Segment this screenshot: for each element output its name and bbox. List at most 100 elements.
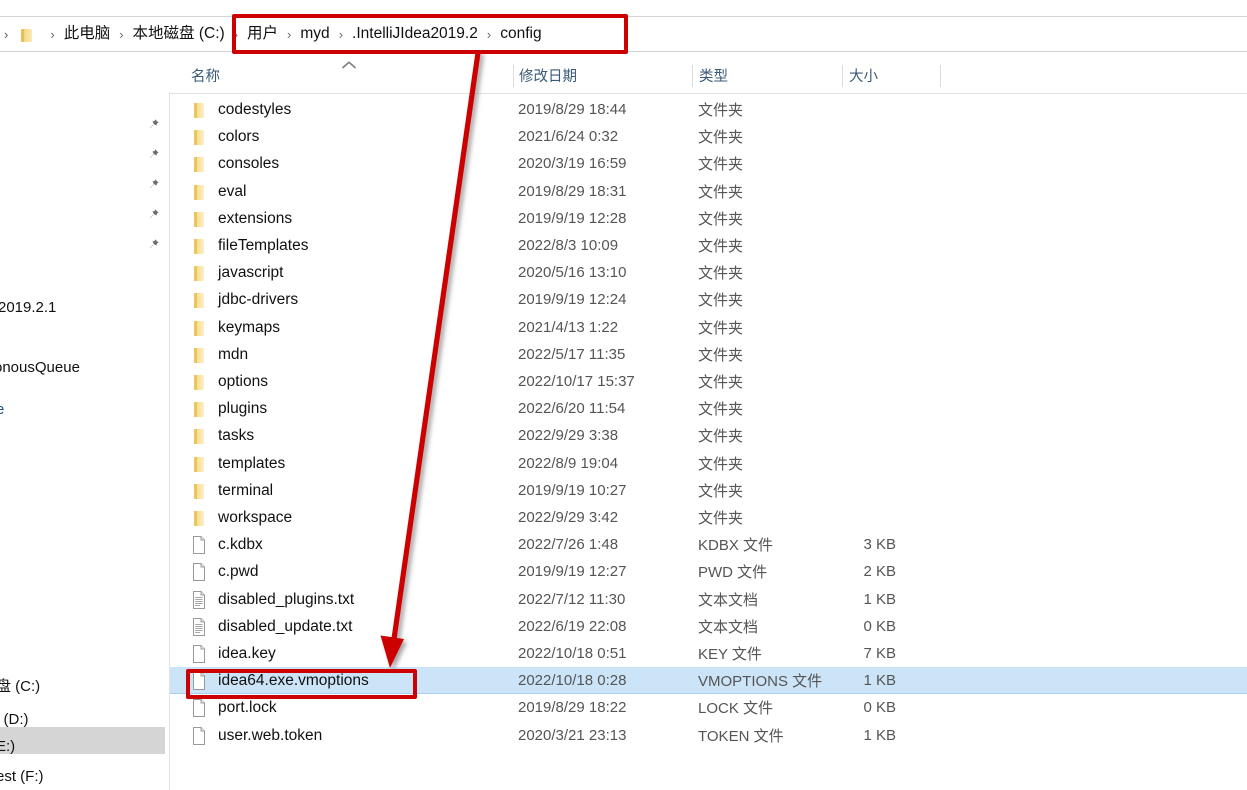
file-name-cell[interactable]: disabled_update.txt xyxy=(170,613,352,640)
file-name-cell[interactable]: plugins xyxy=(170,395,267,422)
file-name-cell[interactable]: options xyxy=(170,368,268,395)
file-list-row[interactable]: keymaps 2021/4/13 1:22 文件夹 xyxy=(170,314,1247,341)
file-size-cell xyxy=(800,123,896,150)
breadcrumb-item-1[interactable]: › 本地磁盘 (C:) xyxy=(110,26,224,42)
folder-icon xyxy=(190,236,208,256)
file-list-row[interactable]: jdbc-drivers 2019/9/19 12:24 文件夹 xyxy=(170,286,1247,313)
file-list-row[interactable]: mdn 2022/5/17 11:35 文件夹 xyxy=(170,341,1247,368)
breadcrumb-item-5[interactable]: › config xyxy=(478,26,542,42)
file-list-row[interactable]: codestyles 2019/8/29 18:44 文件夹 xyxy=(170,96,1247,123)
file-list-row[interactable]: options 2022/10/17 15:37 文件夹 xyxy=(170,368,1247,395)
file-name-cell[interactable]: idea.key xyxy=(170,640,276,667)
breadcrumb-overflow-chevron-icon[interactable]: › xyxy=(2,28,14,41)
file-name-cell[interactable]: user.web.token xyxy=(170,722,322,749)
column-divider[interactable] xyxy=(692,65,693,87)
file-list-row[interactable]: user.web.token 2020/3/21 23:13 TOKEN 文件 1 K… xyxy=(170,722,1247,749)
column-divider[interactable] xyxy=(842,65,843,87)
column-divider[interactable] xyxy=(513,65,514,87)
file-date-cell: 2022/8/9 19:04 xyxy=(518,455,619,472)
nav-clipped-label[interactable]: e xyxy=(0,402,4,417)
file-type-cell: 文件夹 xyxy=(698,184,744,201)
breadcrumb-item-3[interactable]: › myd xyxy=(278,26,330,42)
file-name-cell[interactable]: idea64.exe.vmoptions xyxy=(170,667,369,694)
nav-drive-item[interactable]: 盘 (C:) xyxy=(0,679,40,694)
pin-icon xyxy=(149,119,159,129)
file-name-cell[interactable]: colors xyxy=(170,123,259,150)
file-name-cell[interactable]: port.lock xyxy=(170,694,277,721)
file-size-cell: 3 KB xyxy=(863,536,896,553)
column-header-date-modified[interactable]: 修改日期 xyxy=(518,58,577,93)
file-name-cell[interactable]: workspace xyxy=(170,504,292,531)
file-list-row[interactable]: fileTemplates 2022/8/3 10:09 文件夹 xyxy=(170,232,1247,259)
pin-icon[interactable] xyxy=(146,178,162,194)
nav-drive-item[interactable]: E:) xyxy=(0,739,15,754)
nav-drive-item[interactable]: l (D:) xyxy=(0,712,29,727)
file-name-cell[interactable]: javascript xyxy=(170,259,283,286)
file-name-cell[interactable]: extensions xyxy=(170,205,292,232)
nav-drive-item[interactable]: est (F:) xyxy=(0,769,44,784)
file-name-cell[interactable]: tasks xyxy=(170,422,254,449)
file-name-cell[interactable]: c.kdbx xyxy=(170,531,263,558)
file-list-row[interactable]: port.lock 2019/8/29 18:22 LOCK 文件 0 KB xyxy=(170,694,1247,721)
pin-icon[interactable] xyxy=(146,148,162,164)
file-list-row[interactable]: javascript 2020/5/16 13:10 文件夹 xyxy=(170,259,1247,286)
file-name-cell[interactable]: codestyles xyxy=(170,96,291,123)
breadcrumb[interactable]: › › 此电脑 › 本地磁盘 (C:) › 用户 › myd › .Intell… xyxy=(0,17,542,51)
pin-icon[interactable] xyxy=(146,208,162,224)
file-name-cell[interactable]: eval xyxy=(170,178,246,205)
file-name-cell[interactable]: jdbc-drivers xyxy=(170,286,298,313)
nav-clipped-label[interactable]: 2019.2.1 xyxy=(0,300,56,315)
address-bar[interactable]: › › 此电脑 › 本地磁盘 (C:) › 用户 › myd › .Intell… xyxy=(0,16,1247,52)
breadcrumb-item-0[interactable]: › 此电脑 xyxy=(41,26,110,42)
pin-icon[interactable] xyxy=(146,238,162,254)
file-name-cell[interactable]: fileTemplates xyxy=(170,232,308,259)
breadcrumb-item-2[interactable]: › 用户 xyxy=(225,26,278,42)
file-list-row[interactable]: idea64.exe.vmoptions 2022/10/18 0:28 VMOPT… xyxy=(170,667,1247,694)
column-header-name[interactable]: 名称 xyxy=(190,58,220,93)
file-date-cell: 2022/5/17 11:35 xyxy=(518,346,626,363)
file-list-row[interactable]: disabled_plugins.txt 2022/7/12 11:30 文本文档 1… xyxy=(170,586,1247,613)
file-list-row[interactable]: extensions 2019/9/19 12:28 文件夹 xyxy=(170,205,1247,232)
file-name-cell[interactable]: disabled_plugins.txt xyxy=(170,586,354,613)
file-date-cell: 2019/8/29 18:22 xyxy=(518,699,627,716)
breadcrumb-separator-icon: › xyxy=(233,26,239,42)
column-divider[interactable] xyxy=(940,65,941,87)
file-name-cell[interactable]: mdn xyxy=(170,341,248,368)
navigation-pane[interactable]: 2019.2.1 onousQueue e 盘 (C:) l (D:) E:) est (… xyxy=(0,53,170,790)
file-list[interactable]: codestyles 2019/8/29 18:44 文件夹 colors 2021/6… xyxy=(170,96,1247,790)
file-type-cell: 文件夹 xyxy=(698,456,744,473)
column-header-type[interactable]: 类型 xyxy=(698,58,728,93)
file-list-row[interactable]: plugins 2022/6/20 11:54 文件夹 xyxy=(170,395,1247,422)
file-name-cell[interactable]: templates xyxy=(170,450,285,477)
file-icon xyxy=(190,726,208,746)
file-list-row[interactable]: disabled_update.txt 2022/6/19 22:08 文本文档 0 … xyxy=(170,613,1247,640)
file-name-cell[interactable]: terminal xyxy=(170,477,273,504)
file-list-row[interactable]: idea.key 2022/10/18 0:51 KEY 文件 7 KB xyxy=(170,640,1247,667)
file-name-label: keymaps xyxy=(218,318,281,336)
breadcrumb-item-4[interactable]: › .IntelliJIdea2019.2 xyxy=(330,26,478,42)
file-list-row[interactable]: c.kdbx 2022/7/26 1:48 KDBX 文件 3 KB xyxy=(170,531,1247,558)
pin-icon xyxy=(149,209,159,219)
file-list-row[interactable]: colors 2021/6/24 0:32 文件夹 xyxy=(170,123,1247,150)
text-file-icon xyxy=(190,590,208,610)
file-date-cell: 2020/3/21 23:13 xyxy=(518,727,627,744)
folder-icon xyxy=(190,100,208,120)
file-list-row[interactable]: templates 2022/8/9 19:04 文件夹 xyxy=(170,450,1247,477)
pin-icon[interactable] xyxy=(146,118,162,134)
file-name-cell[interactable]: consoles xyxy=(170,150,279,177)
file-type-cell: 文件夹 xyxy=(698,347,744,364)
file-list-row[interactable]: tasks 2022/9/29 3:38 文件夹 xyxy=(170,422,1247,449)
file-list-row[interactable]: workspace 2022/9/29 3:42 文件夹 xyxy=(170,504,1247,531)
file-list-row[interactable]: terminal 2019/9/19 10:27 文件夹 xyxy=(170,477,1247,504)
pin-icon xyxy=(149,239,159,249)
file-list-row[interactable]: eval 2019/8/29 18:31 文件夹 xyxy=(170,178,1247,205)
file-type-cell: 文件夹 xyxy=(698,211,744,228)
file-list-row[interactable]: c.pwd 2019/9/19 12:27 PWD 文件 2 KB xyxy=(170,558,1247,585)
file-list-row[interactable]: consoles 2020/3/19 16:59 文件夹 xyxy=(170,150,1247,177)
nav-clipped-label[interactable]: onousQueue xyxy=(0,360,80,375)
file-name-cell[interactable]: c.pwd xyxy=(170,558,259,585)
file-name-cell[interactable]: keymaps xyxy=(170,314,280,341)
file-type-cell: 文件夹 xyxy=(698,102,744,119)
column-header-row[interactable]: 名称 修改日期 类型 大小 xyxy=(170,58,1247,94)
column-header-size[interactable]: 大小 xyxy=(848,58,878,93)
